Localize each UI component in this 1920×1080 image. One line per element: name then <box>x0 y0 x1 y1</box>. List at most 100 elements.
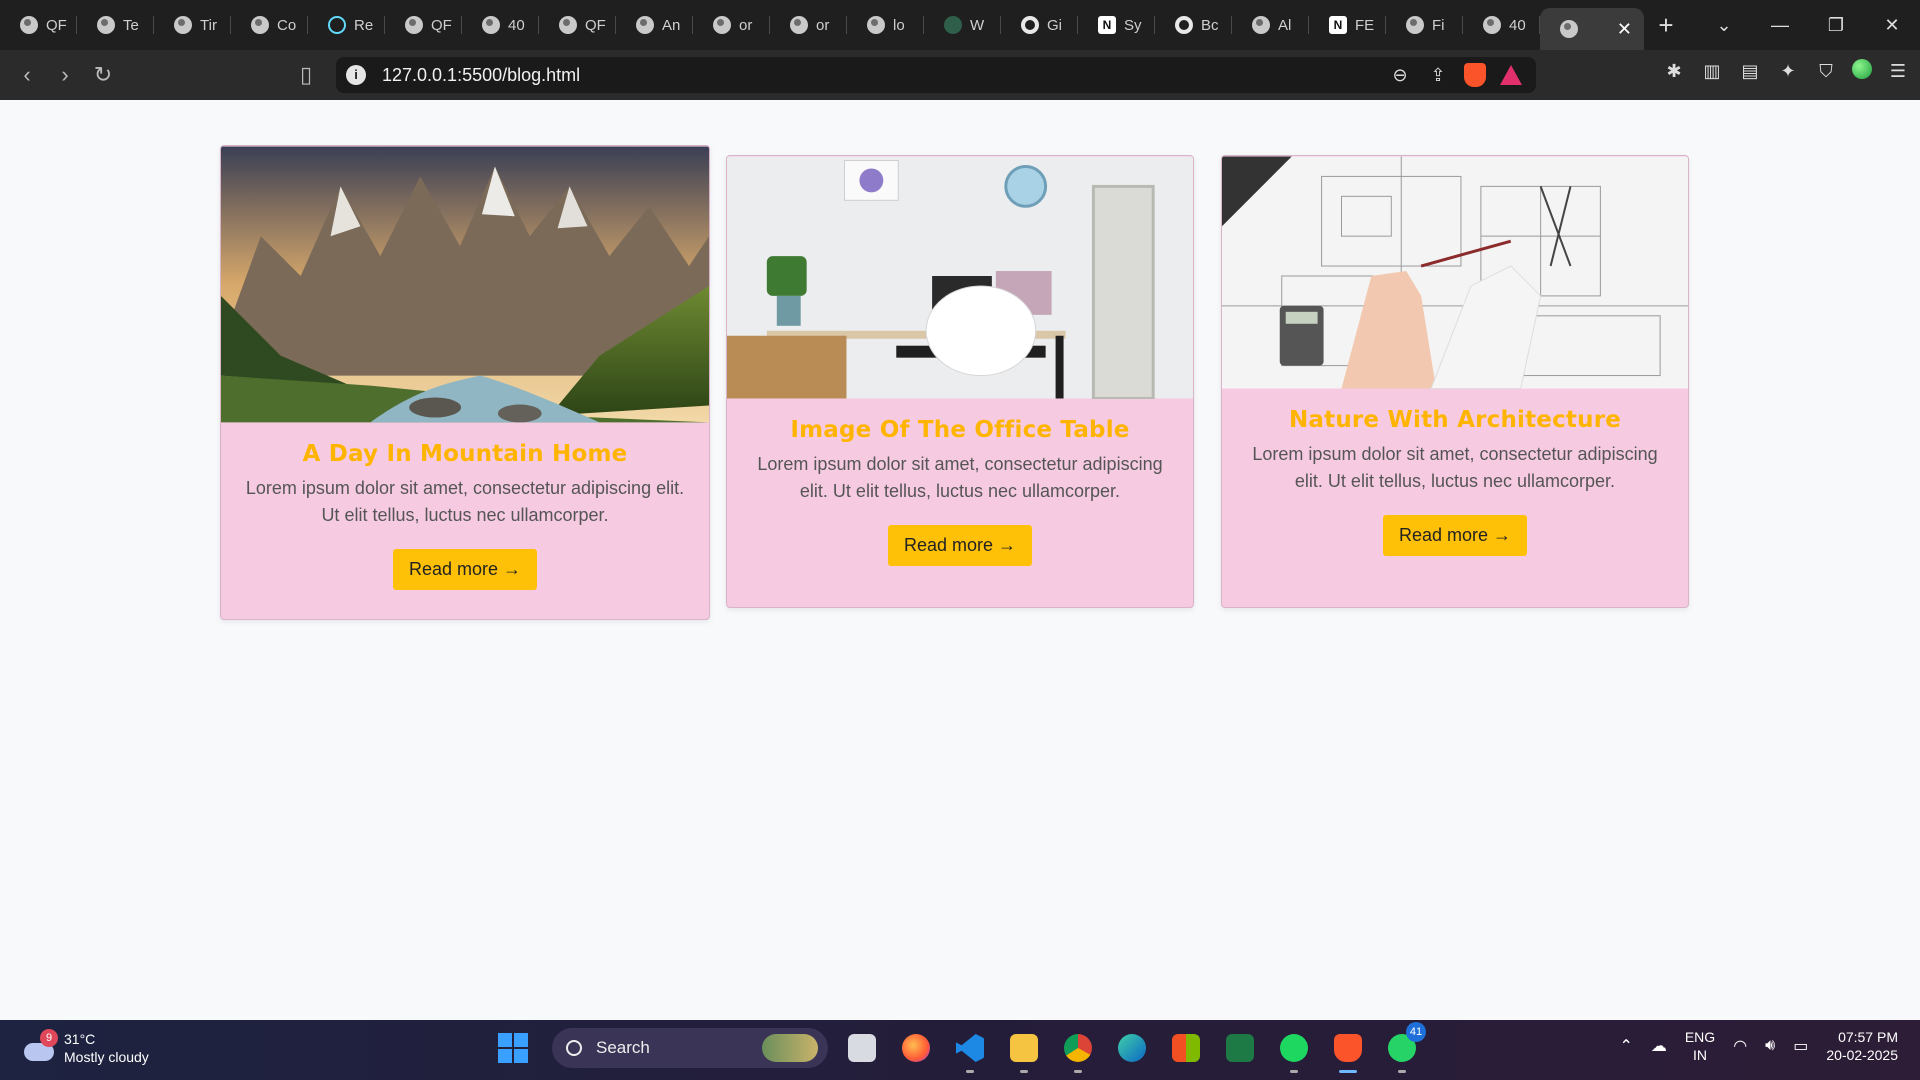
start-button[interactable] <box>498 1033 528 1063</box>
wallet-icon[interactable]: ▤ <box>1738 59 1762 83</box>
browser-tab[interactable]: 40 <box>1463 0 1540 50</box>
whatsapp-icon[interactable]: 41 <box>1382 1022 1426 1073</box>
globe-icon <box>97 16 115 34</box>
tab-title: 40 <box>508 16 525 34</box>
taskbar-search[interactable]: Search <box>552 1028 828 1068</box>
brave-rewards-icon[interactable] <box>1500 65 1522 85</box>
minimize-button[interactable]: — <box>1752 0 1808 50</box>
menu-icon[interactable]: ☰ <box>1886 59 1910 83</box>
card-title: Image Of The Office Table <box>790 417 1130 443</box>
clock-date: 20-02-2025 <box>1826 1047 1898 1063</box>
browser-tab[interactable]: Tir <box>154 0 231 50</box>
browser-tab[interactable]: QF <box>0 0 77 50</box>
tab-title: QF <box>585 16 606 34</box>
browser-tab[interactable]: QF <box>539 0 616 50</box>
tab-title: Sy <box>1124 16 1142 34</box>
tab-title: Re <box>354 16 374 34</box>
browser-tab[interactable]: Gi <box>1001 0 1078 50</box>
brave-icon[interactable] <box>1328 1028 1368 1073</box>
browser-tab[interactable]: Al <box>1232 0 1309 50</box>
browser-tab[interactable]: or <box>770 0 847 50</box>
search-highlight-icon <box>762 1034 818 1062</box>
onedrive-cloud-icon[interactable]: ☁ <box>1651 1036 1667 1056</box>
back-button[interactable]: ‹ <box>8 56 46 94</box>
firefox-icon[interactable] <box>896 1028 936 1068</box>
globe-icon <box>251 16 269 34</box>
office-desk-image <box>727 156 1193 399</box>
task-view-icon[interactable] <box>842 1028 882 1068</box>
read-more-button[interactable]: Read more → <box>392 549 538 590</box>
taskbar-apps: Search 41 <box>498 1022 1426 1073</box>
globe-icon <box>482 16 500 34</box>
store-icon[interactable] <box>1166 1028 1206 1068</box>
profile-avatar[interactable] <box>1852 59 1872 79</box>
browser-tab[interactable]: An <box>616 0 693 50</box>
notion-icon: N <box>1329 16 1347 34</box>
clock-time: 07:57 PM <box>1838 1029 1898 1045</box>
read-more-button[interactable]: Read more → <box>887 525 1033 566</box>
browser-tab[interactable]: or <box>693 0 770 50</box>
address-bar-actions: ⊖ ⇪ <box>1388 63 1522 87</box>
wifi-icon[interactable]: ◠ <box>1733 1036 1747 1056</box>
brave-shields-icon[interactable] <box>1464 63 1486 87</box>
extensions-icon[interactable]: ✱ <box>1662 59 1686 83</box>
tab-search-chevron-icon[interactable]: ⌄ <box>1696 0 1752 50</box>
url-text[interactable]: 127.0.0.1:5500/blog.html <box>382 65 580 86</box>
spotify-icon[interactable] <box>1274 1028 1314 1073</box>
tab-title: An <box>662 16 681 34</box>
language-code: ENG <box>1684 1029 1716 1045</box>
card-title: A Day In Mountain Home <box>302 441 628 467</box>
tab-title: 40 <box>1509 16 1526 34</box>
address-bar[interactable]: i 127.0.0.1:5500/blog.html ⊖ ⇪ <box>336 57 1536 93</box>
bookmark-icon[interactable]: ▯ <box>287 56 325 94</box>
reload-button[interactable]: ↻ <box>84 56 122 94</box>
sidebar-icon[interactable]: ▥ <box>1700 59 1724 83</box>
card-description: Lorem ipsum dolor sit amet, consectetur … <box>757 454 1163 501</box>
card-description: Lorem ipsum dolor sit amet, consectetur … <box>245 478 685 525</box>
blog-card: A Day In Mountain Home Lorem ipsum dolor… <box>220 145 710 620</box>
zoom-icon[interactable]: ⊖ <box>1388 63 1412 87</box>
leo-ai-icon[interactable]: ✦ <box>1776 59 1800 83</box>
forward-button[interactable]: › <box>46 56 84 94</box>
restore-button[interactable]: ❐ <box>1808 0 1864 50</box>
notion-icon: N <box>1098 16 1116 34</box>
close-tab-icon[interactable]: ✕ <box>1617 19 1632 40</box>
region-code: IN <box>1693 1047 1708 1063</box>
active-tab[interactable]: ✕ <box>1540 8 1644 50</box>
browser-tab[interactable]: Re <box>308 0 385 50</box>
site-info-icon[interactable]: i <box>346 65 366 85</box>
browser-tab[interactable]: QF <box>385 0 462 50</box>
window-controls: ⌄ — ❐ ✕ <box>1696 0 1920 50</box>
language-indicator[interactable]: ENG IN <box>1685 1028 1715 1064</box>
chevron-up-icon[interactable]: ⌃ <box>1619 1036 1632 1056</box>
browser-tab[interactable]: W <box>924 0 1001 50</box>
browser-tab[interactable]: N Sy <box>1078 0 1155 50</box>
clock[interactable]: 07:57 PM 20-02-2025 <box>1826 1028 1898 1064</box>
close-window-button[interactable]: ✕ <box>1864 0 1920 50</box>
browser-tab[interactable]: Te <box>77 0 154 50</box>
vscode-icon[interactable] <box>950 1028 990 1073</box>
globe-icon <box>713 16 731 34</box>
chrome-icon[interactable] <box>1058 1028 1098 1073</box>
browser-tab[interactable]: Fi <box>1386 0 1463 50</box>
edge-icon[interactable] <box>1112 1028 1152 1068</box>
volume-icon[interactable]: 🔊︎ <box>1765 1037 1775 1055</box>
browser-tab[interactable]: Bc <box>1155 0 1232 50</box>
excel-icon[interactable] <box>1220 1028 1260 1068</box>
blog-card: Nature With Architecture Lorem ipsum dol… <box>1221 155 1689 608</box>
new-tab-button[interactable]: + <box>1644 0 1688 50</box>
read-more-button[interactable]: Read more → <box>1382 515 1528 556</box>
mountain-landscape-image <box>221 146 709 423</box>
folder-icon[interactable] <box>1004 1028 1044 1073</box>
browser-tab[interactable]: N FE <box>1309 0 1386 50</box>
browser-tab[interactable]: Co <box>231 0 308 50</box>
browser-tab[interactable]: 40 <box>462 0 539 50</box>
weather-widget[interactable]: 9 31°C Mostly cloudy <box>22 1029 149 1066</box>
browser-tab[interactable]: lo <box>847 0 924 50</box>
battery-icon[interactable]: ▭ <box>1793 1036 1808 1056</box>
globe-icon <box>174 16 192 34</box>
vpn-shield-icon[interactable]: ⛉ <box>1814 59 1838 83</box>
page-content: A Day In Mountain Home Lorem ipsum dolor… <box>0 100 1920 1020</box>
share-icon[interactable]: ⇪ <box>1426 63 1450 87</box>
tab-title: W <box>970 16 985 34</box>
